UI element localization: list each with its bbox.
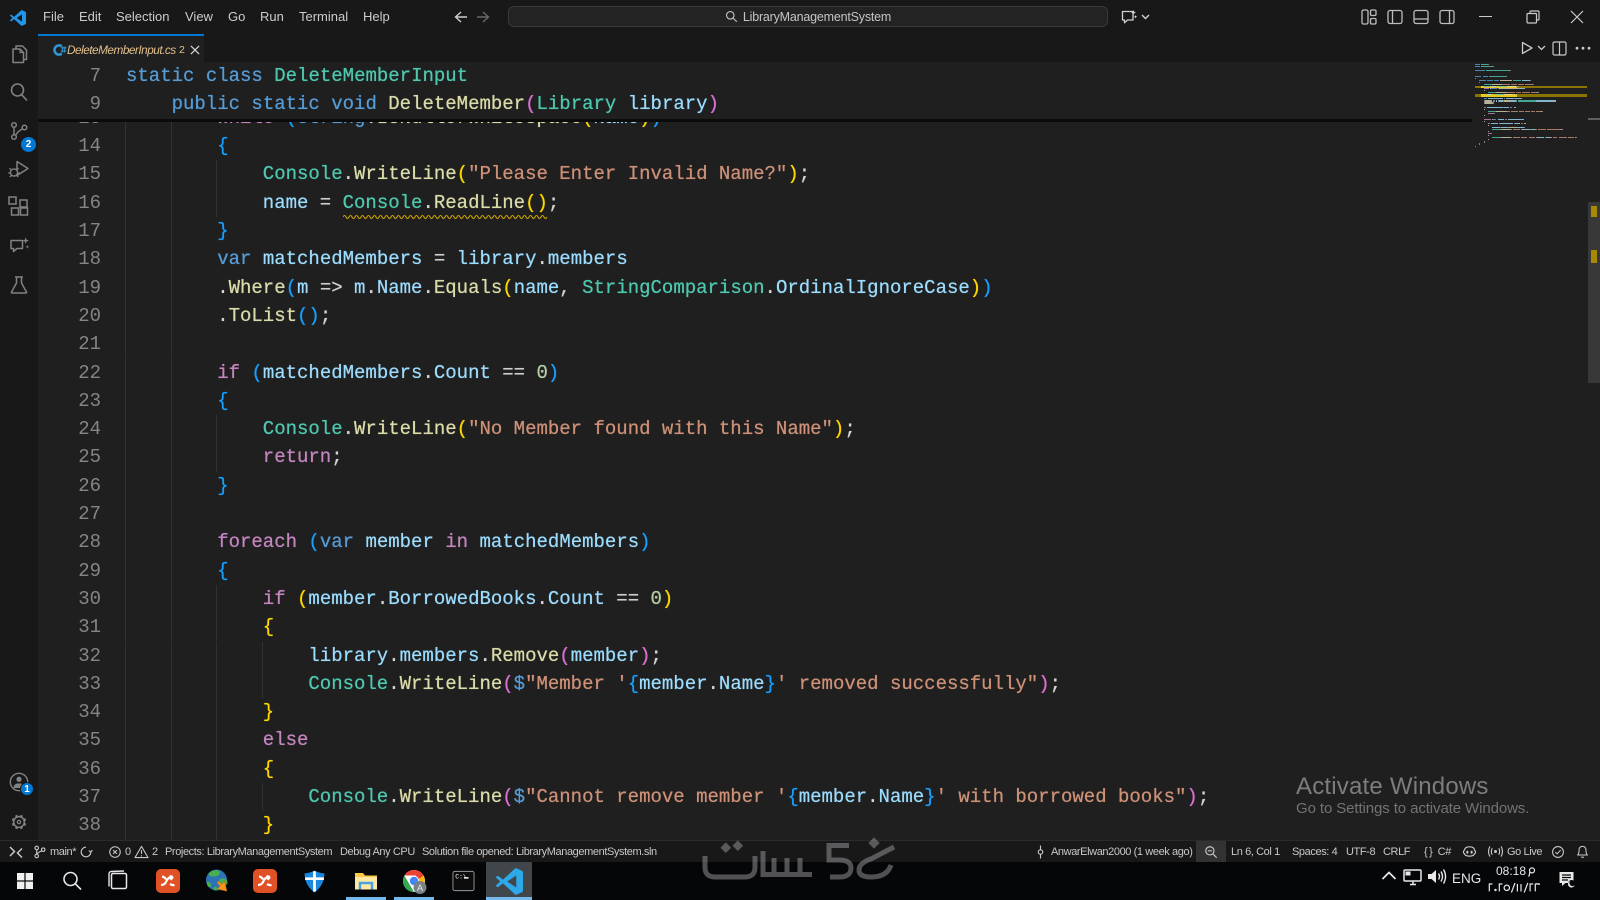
- svg-text:A: A: [416, 883, 422, 893]
